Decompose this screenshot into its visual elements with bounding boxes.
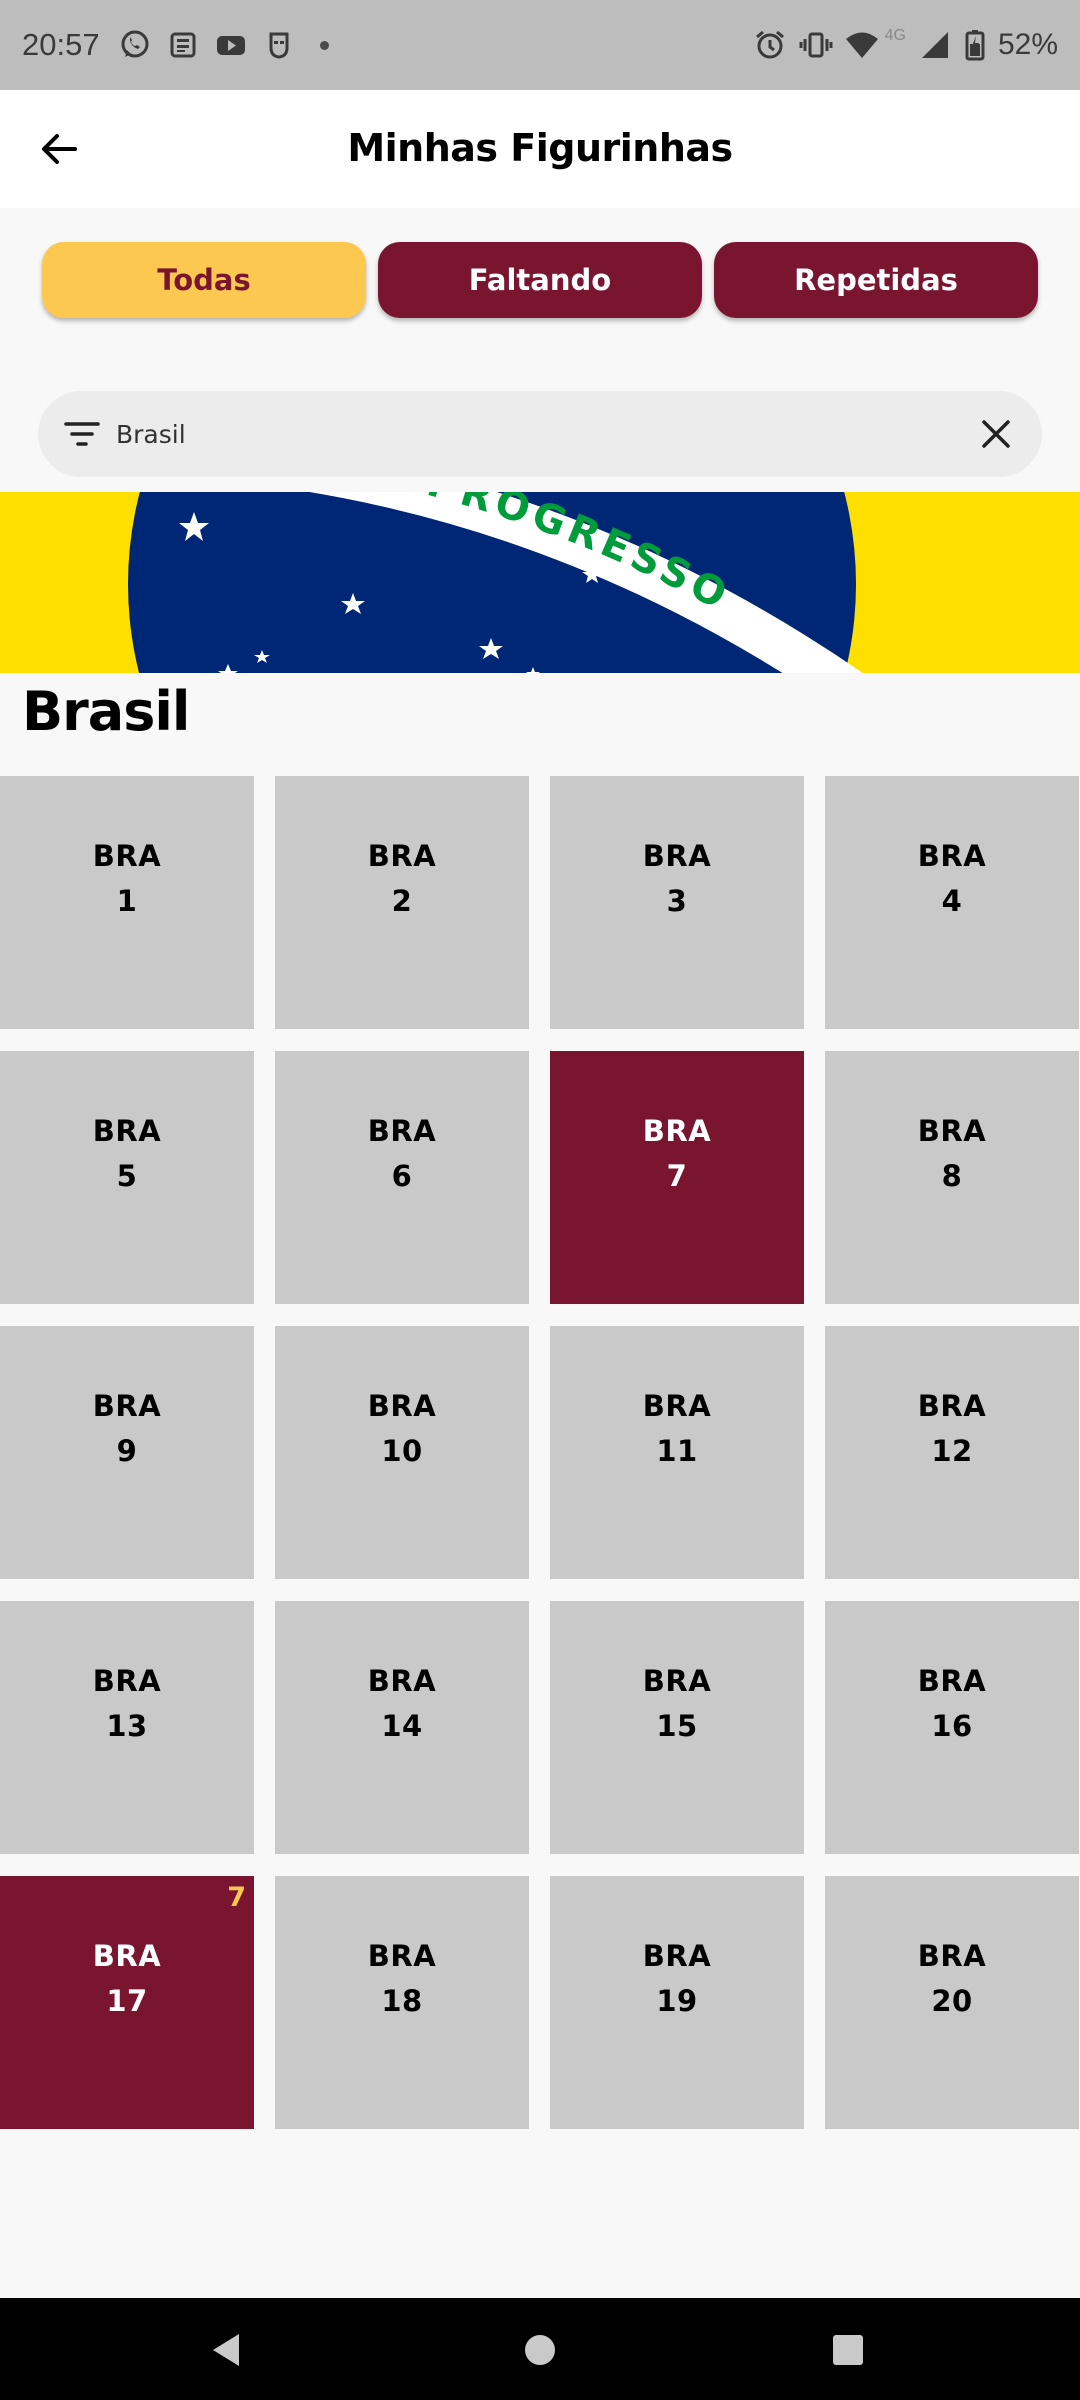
sticker-card[interactable]: BRA 20	[825, 1876, 1079, 2129]
sticker-code: BRA	[92, 1114, 162, 1148]
sticker-code: BRA	[367, 839, 437, 873]
battery-icon	[964, 28, 986, 62]
sticker-card[interactable]: BRA 11	[550, 1326, 804, 1579]
sticker-card[interactable]: BRA 8	[825, 1051, 1079, 1304]
sticker-number: 14	[381, 1709, 423, 1743]
app-bar: Minhas Figurinhas	[0, 90, 1080, 208]
section-title: Brasil	[22, 680, 190, 743]
sticker-code: BRA	[92, 839, 162, 873]
sticker-card[interactable]: BRA 9	[0, 1326, 254, 1579]
sticker-card[interactable]: BRA 16	[825, 1601, 1079, 1854]
sticker-card[interactable]: BRA 7	[550, 1051, 804, 1304]
sticker-card[interactable]: BRA 10	[275, 1326, 529, 1579]
sticker-number: 8	[941, 1159, 963, 1193]
tab-faltando[interactable]: Faltando	[378, 242, 702, 318]
network-type-label: 4G	[884, 27, 906, 44]
country-banner: PROGRESSO	[0, 492, 1080, 673]
youtube-icon	[214, 28, 248, 62]
vibrate-icon	[799, 28, 833, 62]
nav-home-icon	[525, 2335, 555, 2365]
sticker-card[interactable]: BRA 14	[275, 1601, 529, 1854]
signal-icon	[918, 28, 952, 62]
sticker-number: 11	[656, 1434, 698, 1468]
status-time: 20:57	[22, 27, 100, 62]
sticker-number: 12	[931, 1434, 973, 1468]
sticker-card[interactable]: BRA 3	[550, 776, 804, 1029]
whatsapp-icon	[118, 28, 152, 62]
sticker-code: BRA	[642, 1389, 712, 1423]
sticker-number: 19	[656, 1984, 698, 2018]
search-input[interactable]	[116, 409, 936, 459]
sticker-code: BRA	[917, 1114, 987, 1148]
sticker-number: 15	[656, 1709, 698, 1743]
system-nav-bar	[0, 2298, 1080, 2400]
filter-icon[interactable]	[60, 412, 104, 456]
sticker-code: BRA	[367, 1664, 437, 1698]
sticker-code: BRA	[642, 1939, 712, 1973]
sticker-card[interactable]: BRA 15	[550, 1601, 804, 1854]
mask-app-icon	[262, 28, 296, 62]
tab-repetidas[interactable]: Repetidas	[714, 242, 1038, 318]
close-icon	[982, 420, 1010, 448]
sticker-code: BRA	[917, 839, 987, 873]
sticker-number: 17	[106, 1984, 148, 2018]
sticker-code: BRA	[367, 1114, 437, 1148]
nav-back-button[interactable]	[202, 2325, 252, 2375]
sticker-code: BRA	[92, 1939, 162, 1973]
sticker-number: 20	[931, 1984, 973, 2018]
alarm-icon	[753, 28, 787, 62]
sticker-code: BRA	[92, 1389, 162, 1423]
sticker-number: 7	[666, 1159, 688, 1193]
sticker-card[interactable]: BRA 18	[275, 1876, 529, 2129]
notification-dot	[319, 40, 329, 50]
filter-tabs: Todas Faltando Repetidas	[42, 242, 1038, 320]
sticker-number: 2	[391, 884, 413, 918]
nav-recents-button[interactable]	[823, 2325, 873, 2375]
page-title: Minhas Figurinhas	[347, 126, 733, 170]
sticker-card[interactable]: BRA 4	[825, 776, 1079, 1029]
sticker-card[interactable]: BRA 13	[0, 1601, 254, 1854]
sticker-code: BRA	[92, 1664, 162, 1698]
sticker-code: BRA	[917, 1664, 987, 1698]
battery-percent: 52%	[997, 28, 1058, 61]
sticker-card[interactable]: BRA 19	[550, 1876, 804, 2129]
sticker-card[interactable]: BRA 5	[0, 1051, 254, 1304]
wifi-icon	[845, 28, 879, 62]
sticker-code: BRA	[367, 1939, 437, 1973]
status-right: 4G 52%	[753, 22, 1058, 68]
search-box	[38, 391, 1042, 477]
sticker-card[interactable]: BRA 12	[825, 1326, 1079, 1579]
sticker-card[interactable]: BRA 2	[275, 776, 529, 1029]
sticker-number: 4	[941, 884, 963, 918]
sticker-number: 6	[391, 1159, 413, 1193]
nav-recents-icon	[833, 2335, 863, 2365]
sticker-code: BRA	[367, 1389, 437, 1423]
sticker-number: 5	[116, 1159, 138, 1193]
duplicate-count-badge: 7	[227, 1882, 246, 1913]
sticker-number: 13	[106, 1709, 148, 1743]
sticker-code: BRA	[917, 1939, 987, 1973]
sticker-number: 1	[116, 884, 138, 918]
sticker-code: BRA	[642, 839, 712, 873]
status-left: 20:57	[22, 22, 329, 68]
sticker-card[interactable]: BRA 1	[0, 776, 254, 1029]
tab-todas[interactable]: Todas	[42, 242, 366, 318]
sticker-number: 3	[666, 884, 688, 918]
nav-home-button[interactable]	[515, 2325, 565, 2375]
sticker-card[interactable]: BRA 17 7	[0, 1876, 254, 2129]
nav-back-icon	[213, 2334, 239, 2366]
sticker-card[interactable]: BRA 6	[275, 1051, 529, 1304]
sticker-number: 18	[381, 1984, 423, 2018]
clear-search-button[interactable]	[972, 410, 1020, 458]
brazil-flag-image: PROGRESSO	[0, 492, 1080, 673]
sticker-code: BRA	[642, 1664, 712, 1698]
sticker-number: 10	[381, 1434, 423, 1468]
sticker-code: BRA	[917, 1389, 987, 1423]
sticker-number: 9	[116, 1434, 138, 1468]
sticker-grid: BRA 1 BRA 2 BRA 3 BRA 4 BRA 5 BRA 6 BRA 7 BRA 8 BRA 9 BRA 1…	[0, 776, 1080, 2129]
news-icon	[166, 28, 200, 62]
status-bar: 20:57 4G 52%	[0, 0, 1080, 90]
sticker-number: 16	[931, 1709, 973, 1743]
sticker-code: BRA	[642, 1114, 712, 1148]
